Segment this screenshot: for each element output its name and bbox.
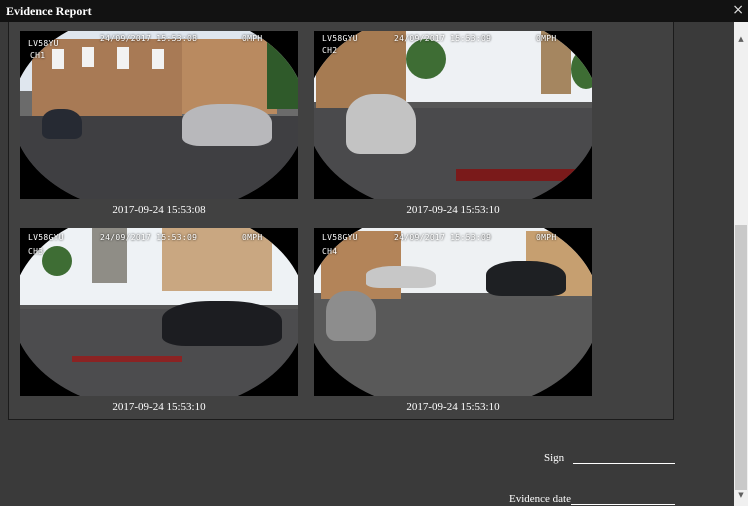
scroll-thumb[interactable] — [735, 225, 747, 490]
camera-image-4[interactable]: LV58GYU 24/09/2017 15:53:09 0MPH CH4 — [314, 228, 592, 396]
speed-text: 0MPH — [536, 34, 557, 43]
camera-tile-1: LV58YU 24/09/2017 15:53:08 0MPH CH1 2017… — [20, 31, 298, 221]
plate-text: LV58GYU — [322, 34, 358, 43]
window-title: Evidence Report — [6, 4, 92, 18]
vertical-scrollbar[interactable]: ▲ ▼ — [734, 22, 748, 506]
camera-tile-2: LV58GYU 24/09/2017 15:53:09 0MPH CH2 201… — [314, 31, 592, 221]
sign-field[interactable] — [573, 463, 675, 464]
timestamp-overlay: 24/09/2017 15:53:09 — [394, 34, 492, 43]
scroll-up-icon[interactable]: ▲ — [734, 32, 748, 46]
channel-label: CH4 — [322, 247, 338, 256]
speed-text: 0MPH — [242, 34, 263, 43]
scroll-down-icon[interactable]: ▼ — [734, 488, 748, 502]
evidence-date-field[interactable] — [571, 504, 675, 505]
plate-text: LV58GYU — [28, 233, 64, 242]
sign-label: Sign — [544, 452, 565, 464]
image-caption: 2017-09-24 15:53:08 — [112, 204, 206, 216]
image-caption: 2017-09-24 15:53:10 — [112, 401, 206, 413]
plate-text: LV58YU — [28, 39, 59, 48]
channel-label: CH1 — [30, 51, 46, 60]
image-caption: 2017-09-24 15:53:10 — [406, 401, 500, 413]
image-caption: 2017-09-24 15:53:10 — [406, 204, 500, 216]
camera-image-2[interactable]: LV58GYU 24/09/2017 15:53:09 0MPH CH2 — [314, 31, 592, 199]
close-icon[interactable]: × — [732, 2, 744, 18]
plate-text: LV58GYU — [322, 233, 358, 242]
camera-tile-4: LV58GYU 24/09/2017 15:53:09 0MPH CH4 201… — [314, 228, 592, 418]
camera-image-3[interactable]: LV58GYU 24/09/2017 15:53:09 0MPH CH3 — [20, 228, 298, 396]
timestamp-overlay: 24/09/2017 15:53:09 — [100, 233, 198, 242]
channel-label: CH2 — [322, 46, 338, 55]
report-body: LV58YU 24/09/2017 15:53:08 0MPH CH1 2017… — [0, 22, 734, 506]
title-bar: Evidence Report × — [0, 0, 748, 22]
image-grid: LV58YU 24/09/2017 15:53:08 0MPH CH1 2017… — [8, 22, 674, 420]
evidence-date-label: Evidence date — [509, 493, 571, 505]
channel-label: CH3 — [28, 247, 44, 256]
timestamp-overlay: 24/09/2017 15:53:09 — [394, 233, 492, 242]
speed-text: 0MPH — [536, 233, 557, 242]
speed-text: 0MPH — [242, 233, 263, 242]
camera-tile-3: LV58GYU 24/09/2017 15:53:09 0MPH CH3 201… — [20, 228, 298, 418]
camera-image-1[interactable]: LV58YU 24/09/2017 15:53:08 0MPH CH1 — [20, 31, 298, 199]
timestamp-overlay: 24/09/2017 15:53:08 — [100, 34, 198, 43]
